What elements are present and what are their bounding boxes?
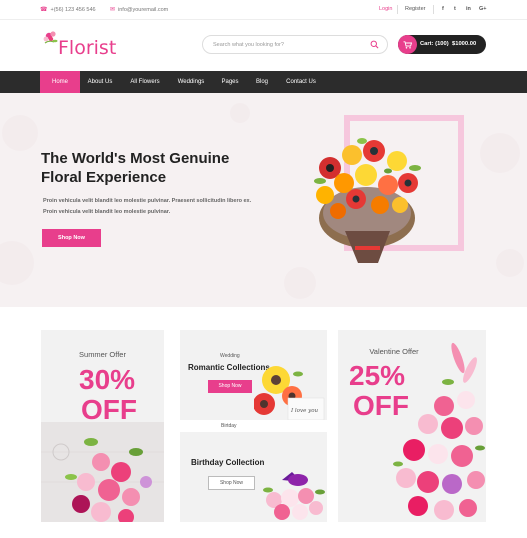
divider bbox=[433, 5, 434, 14]
nav-item-weddings[interactable]: Weddings bbox=[170, 71, 212, 93]
main-nav: Home About Us All Flowers Weddings Pages… bbox=[0, 71, 527, 93]
hero-banner: The World's Most Genuine Floral Experien… bbox=[0, 93, 527, 307]
summer-offer-card[interactable]: Summer Offer 30% OFF bbox=[41, 330, 164, 522]
phone-number: +(56) 123 456 546 bbox=[50, 6, 96, 13]
header: Florist Cart: (100) $1000.00 bbox=[0, 20, 527, 71]
top-bar: ☎ +(56) 123 456 546 ✉ info@youremail.com… bbox=[0, 0, 527, 20]
birthday-title: Birthday Collection bbox=[191, 458, 265, 467]
hero-description: Proin vehicula velit blandit leo molesti… bbox=[43, 198, 252, 215]
twitter-icon[interactable]: t bbox=[454, 6, 456, 12]
logo-text: Florist bbox=[58, 37, 117, 59]
nav-item-all-flowers[interactable]: All Flowers bbox=[124, 71, 166, 93]
birthday-subtitle: Birtday bbox=[221, 423, 237, 429]
cart-count: Cart: (100) bbox=[420, 41, 449, 47]
cart-button[interactable]: Cart: (100) $1000.00 bbox=[398, 35, 486, 54]
flower-bouquet-image bbox=[314, 138, 421, 263]
login-link[interactable]: Login bbox=[379, 6, 392, 12]
nav-item-pages[interactable]: Pages bbox=[216, 71, 244, 93]
hero-title-line1: The World's Most Genuine bbox=[41, 150, 230, 167]
wedding-shop-now-button[interactable]: Shop Now bbox=[208, 380, 252, 393]
pink-flowers-image bbox=[41, 422, 164, 522]
rose-bouquet-image bbox=[393, 342, 485, 520]
nav-item-contact-us[interactable]: Contact Us bbox=[280, 71, 322, 93]
linkedin-icon[interactable]: in bbox=[466, 6, 471, 12]
search-box[interactable] bbox=[202, 35, 388, 54]
wedding-collection-card[interactable]: Wedding Romantic Collections Shop Now I … bbox=[180, 330, 327, 420]
summer-offer-off: OFF bbox=[81, 394, 137, 425]
hero-title: The World's Most Genuine Floral Experien… bbox=[41, 149, 271, 187]
facebook-icon[interactable]: f bbox=[442, 6, 444, 12]
hero-title-line2: Floral Experience bbox=[41, 169, 167, 186]
google-plus-icon[interactable]: G+ bbox=[479, 6, 487, 12]
nav-item-home[interactable]: Home bbox=[40, 71, 80, 93]
divider bbox=[397, 5, 398, 14]
phone-contact: ☎ +(56) 123 456 546 bbox=[40, 6, 96, 14]
love-card-text: I love you bbox=[291, 408, 319, 414]
summer-offer-percent: 30% bbox=[79, 364, 136, 395]
cart-total: $1000.00 bbox=[452, 41, 477, 47]
cart-icon bbox=[398, 35, 417, 54]
search-input[interactable] bbox=[213, 39, 363, 51]
search-icon[interactable] bbox=[370, 40, 379, 49]
birthday-shop-now-button[interactable]: Shop Now bbox=[208, 476, 255, 490]
email-contact: ✉ info@youremail.com bbox=[110, 6, 169, 14]
summer-offer-label: Summer Offer bbox=[79, 350, 126, 359]
register-link[interactable]: Register bbox=[405, 6, 425, 12]
wedding-subtitle: Wedding bbox=[220, 353, 240, 359]
birthday-flowers-image bbox=[263, 472, 325, 520]
nav-item-about-us[interactable]: About Us bbox=[80, 71, 120, 93]
email-address: info@youremail.com bbox=[118, 6, 169, 13]
shop-now-button[interactable]: Shop Now bbox=[42, 229, 101, 247]
logo[interactable]: Florist bbox=[40, 28, 120, 62]
phone-icon: ☎ bbox=[40, 7, 48, 13]
valentine-offer-card[interactable]: Valentine Offer 25% OFF bbox=[338, 330, 486, 522]
envelope-icon: ✉ bbox=[110, 7, 116, 13]
nav-item-blog[interactable]: Blog bbox=[250, 71, 274, 93]
